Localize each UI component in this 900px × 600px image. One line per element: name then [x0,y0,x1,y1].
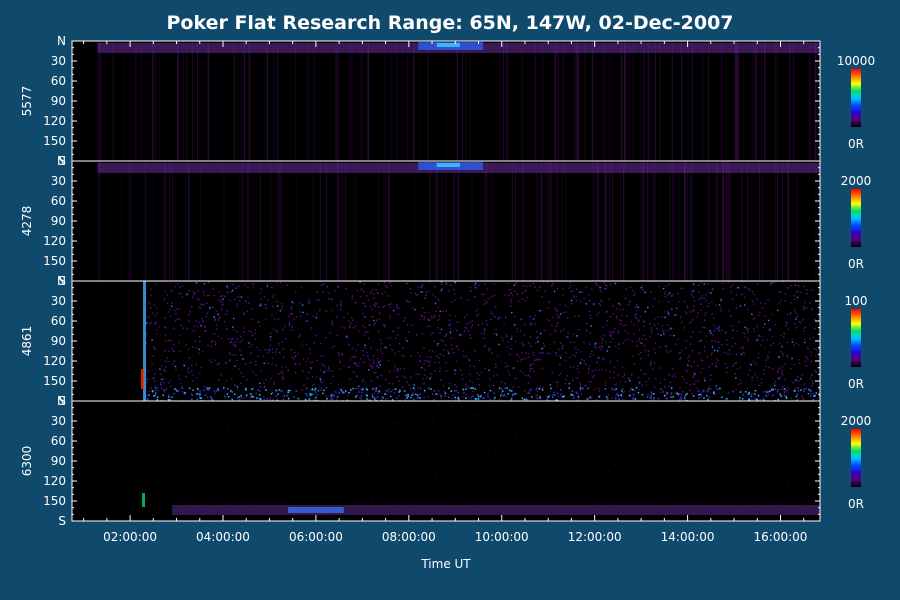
y-tick-label: 90 [51,214,66,228]
panel-4861: 4861N306090120150S1000R [20,274,867,408]
y-tick-label: 120 [43,474,66,488]
y-tick-label: 30 [51,294,66,308]
panel-6300: 6300 N 30 60 90 120 150 S 2000 0R [20,394,871,528]
y-tick-label: 120 [43,234,66,248]
y-tick-label: 60 [51,314,66,328]
y-tick-label: N [57,154,66,168]
panel-label-5577: 5577 [20,86,34,117]
keogram-chart: Poker Flat Research Range: 65N, 147W, 02… [20,12,875,571]
colorbar-max: 2000 [841,174,872,188]
y-tick-label: N [57,274,66,288]
panel-background [72,401,820,521]
y-tick-label: S [58,514,66,528]
x-tick-label: 10:00:00 [475,530,529,544]
y-tick-label: N [57,394,66,408]
keogram-panels: 5577 N 30 60 90 120 150 S 10000 0R 4278 N 30 60 90 120 1… [20,34,875,528]
x-tick-label: 04:00:00 [196,530,250,544]
y-tick-label: 90 [51,334,66,348]
x-tick-label: 08:00:00 [382,530,436,544]
y-tick-label: 120 [43,114,66,128]
x-axis-label: Time UT [420,557,471,571]
y-tick-label: 60 [51,194,66,208]
colorbar-max: 100 [845,294,868,308]
y-tick-label: 60 [51,74,66,88]
y-tick-label: 150 [43,134,66,148]
y-tick-label: 30 [51,54,66,68]
x-tick-label: 16:00:00 [754,530,808,544]
x-tick-label: 14:00:00 [661,530,715,544]
y-tick-label: 30 [51,414,66,428]
panel-label-4278: 4278 [20,206,34,237]
x-tick-label: 12:00:00 [568,530,622,544]
y-tick-label: 90 [51,454,66,468]
x-tick-label: 02:00:00 [103,530,157,544]
x-tick-label: 06:00:00 [289,530,343,544]
y-tick-label: 90 [51,94,66,108]
y-tick-label: 150 [43,494,66,508]
colorbar-min: 0R [848,497,864,511]
colorbar-max: 10000 [837,54,875,68]
colorbar-min: 0R [848,377,864,391]
panel-5577: 5577N306090120150S100000R [20,34,875,168]
colorbar-6300 [851,429,861,487]
colorbar-4278 [851,189,861,247]
y-tick-label: 120 [43,354,66,368]
panel-4278: 4278N306090120150S20000R [20,154,871,288]
panel-background [72,281,820,401]
y-tick-label: N [57,34,66,48]
y-tick-label: 150 [43,374,66,388]
colorbar-4861 [851,309,861,367]
y-tick-label: 60 [51,434,66,448]
colorbar-5577 [851,69,861,127]
y-tick-label: 150 [43,254,66,268]
panel-label-4861: 4861 [20,326,34,357]
colorbar-min: 0R [848,137,864,151]
y-tick-label: 30 [51,174,66,188]
colorbar-max: 2000 [841,414,872,428]
panel-label-6300: 6300 [20,446,34,477]
chart-title: Poker Flat Research Range: 65N, 147W, 02… [166,12,733,34]
colorbar-min: 0R [848,257,864,271]
